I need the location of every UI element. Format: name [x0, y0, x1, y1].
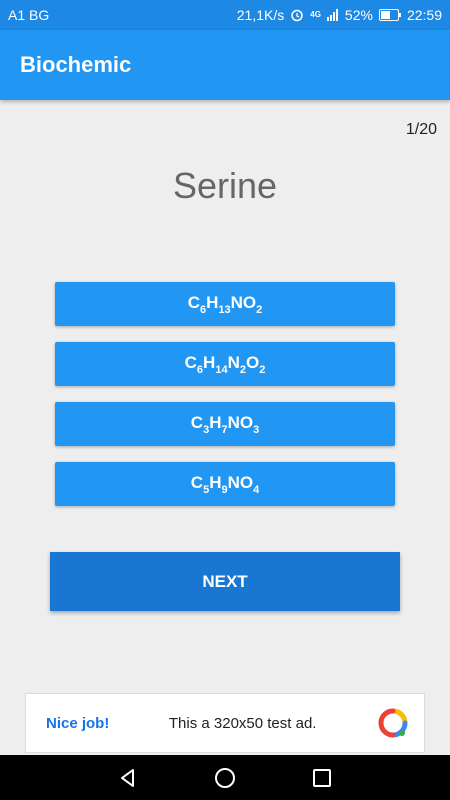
back-icon[interactable]: [113, 763, 143, 793]
answer-option-1[interactable]: C6H13NO2: [55, 282, 395, 326]
ad-banner[interactable]: Nice job! This a 320x50 test ad.: [25, 693, 425, 753]
network-speed: 21,1K/s: [236, 7, 285, 23]
answer-option-4[interactable]: C5H9NO4: [55, 462, 395, 506]
recents-icon[interactable]: [307, 763, 337, 793]
app-title: Biochemic: [20, 52, 132, 77]
battery-percent: 52%: [344, 7, 373, 23]
formula-label: C5H9NO4: [190, 472, 260, 496]
home-icon[interactable]: [210, 763, 240, 793]
app-bar: Biochemic: [0, 30, 450, 100]
alarm-icon: [290, 8, 304, 22]
answer-option-3[interactable]: C3H7NO3: [55, 402, 395, 446]
status-bar: A1 BG 21,1K/s 4G 52% 22:59: [0, 0, 450, 30]
next-button[interactable]: NEXT: [50, 552, 400, 611]
question-title: Serine: [172, 165, 278, 206]
signal-icon: [326, 9, 339, 21]
network-type-icon: 4G: [310, 10, 321, 19]
answer-option-2[interactable]: C6H14N2O2: [55, 342, 395, 386]
formula-label: C3H7NO3: [190, 412, 260, 436]
formula-label: C6H13NO2: [187, 292, 263, 316]
carrier-label: A1 BG: [8, 7, 50, 23]
ad-logo-icon: [376, 706, 410, 740]
formula-label: C6H14N2O2: [184, 352, 266, 376]
system-nav-bar: [0, 755, 450, 800]
battery-icon: [378, 9, 401, 21]
clock: 22:59: [406, 7, 442, 23]
question-counter: 1/20: [405, 121, 437, 138]
ad-text: This a 320x50 test ad.: [168, 714, 317, 732]
ad-headline: Nice job!: [46, 714, 110, 732]
